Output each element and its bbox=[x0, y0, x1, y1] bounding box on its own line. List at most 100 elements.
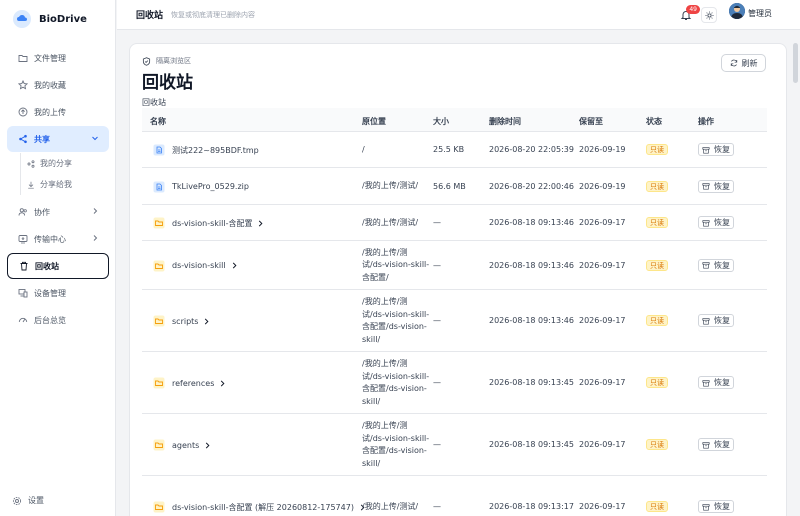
table-row[interactable]: ds-vision-skill-含配置/我的上传/测试/ — 2026-08-18 … bbox=[142, 205, 767, 241]
column-header-keep-until[interactable]: 保留至 bbox=[579, 116, 603, 127]
settings-label: 设置 bbox=[28, 496, 44, 505]
table-row[interactable]: agents/我的上传/测试/ds-vision-skill-含配置/ds-vi… bbox=[142, 414, 767, 476]
restore-button[interactable]: 恢复 bbox=[698, 500, 734, 513]
sidebar-item-label: 协作 bbox=[34, 207, 50, 217]
brand[interactable]: BioDrive bbox=[0, 0, 115, 38]
table-row[interactable]: ds-vision-skill-含配置 (解压 20260812-175747)… bbox=[142, 476, 767, 516]
sidebar-item-devices[interactable]: 设备管理 bbox=[7, 280, 109, 306]
table-row[interactable]: ds-vision-skill/我的上传/测试/ds-vision-skill-… bbox=[142, 241, 767, 290]
chevron-right-icon[interactable] bbox=[204, 442, 211, 449]
file-name-cell[interactable]: ds-vision-skill-含配置 bbox=[153, 217, 264, 229]
chevron-right-icon[interactable] bbox=[257, 220, 264, 227]
location-cell: /我的上传/测试/ds-vision-skill-含配置/ds-vision-s… bbox=[362, 297, 430, 344]
restore-button[interactable]: 恢复 bbox=[698, 376, 734, 389]
file-name-cell[interactable]: references bbox=[153, 377, 226, 389]
device-icon bbox=[17, 288, 28, 299]
file-name-cell[interactable]: scripts bbox=[153, 315, 210, 327]
avatar[interactable] bbox=[729, 3, 745, 19]
chevron-right-icon[interactable] bbox=[231, 262, 238, 269]
file-name-cell[interactable]: ds-vision-skill-含配置 (解压 20260812-175747) bbox=[153, 501, 366, 513]
file-name-cell[interactable]: 测试222~895BDF.tmp bbox=[153, 144, 259, 156]
keep-until-cell: 2026-09-17 bbox=[579, 260, 626, 270]
file-name: ds-vision-skill-含配置 bbox=[172, 218, 253, 228]
sidebar-item-my-shares[interactable]: 我的分享 bbox=[27, 153, 116, 174]
column-header-name[interactable]: 名称 bbox=[150, 116, 166, 127]
deleted-time-cell: 2026-08-18 09:13:46 bbox=[489, 218, 574, 227]
breadcrumb-label: 隔离浏览区 bbox=[156, 57, 191, 65]
file-name-cell[interactable]: TkLivePro_0529.zip bbox=[153, 181, 249, 193]
file-name-cell[interactable]: agents bbox=[153, 439, 211, 451]
restore-button[interactable]: 恢复 bbox=[698, 143, 734, 156]
location-cell: / bbox=[362, 144, 365, 154]
page-description: 恢复或彻底清理已删除内容 bbox=[171, 10, 256, 19]
sidebar: BioDrive 文件管理 我的收藏 我的上传 共享 我的分享 分享给我 协作 … bbox=[0, 0, 116, 516]
chevron-right-icon[interactable] bbox=[219, 380, 226, 387]
sidebar-item-label: 我的上传 bbox=[34, 107, 66, 117]
file-name: TkLivePro_0529.zip bbox=[172, 182, 249, 191]
restore-label: 恢复 bbox=[714, 316, 730, 325]
star-icon bbox=[17, 80, 28, 91]
column-header-actions: 操作 bbox=[698, 117, 714, 126]
download-icon bbox=[28, 181, 34, 189]
chevron-right-icon[interactable] bbox=[203, 318, 210, 325]
sidebar-item-trash[interactable]: 回收站 bbox=[7, 253, 109, 279]
restore-button[interactable]: 恢复 bbox=[698, 179, 734, 193]
status-badge: 只读 bbox=[646, 259, 668, 271]
table-row[interactable]: TkLivePro_0529.zip/我的上传/测试/56.6 MB 2026-0… bbox=[142, 168, 767, 205]
size-cell: — bbox=[433, 218, 441, 227]
restore-button[interactable]: 恢复 bbox=[698, 438, 734, 451]
sidebar-item-share[interactable]: 共享 bbox=[7, 126, 109, 152]
sidebar-item-label: 文件管理 bbox=[34, 53, 66, 63]
sidebar-item-label: 后台总览 bbox=[34, 315, 66, 325]
column-header-deleted[interactable]: 删除时间 bbox=[489, 116, 521, 127]
transfer-icon bbox=[17, 234, 28, 245]
status-badge: 只读 bbox=[646, 439, 668, 450]
share-icon bbox=[17, 134, 28, 145]
file-name: 测试222~895BDF.tmp bbox=[172, 145, 259, 155]
table-row[interactable]: 测试222~895BDF.tmp / 25.5 KB 2026-08-20 22:05… bbox=[142, 132, 767, 168]
sidebar-item-transfer[interactable]: 传输中心 bbox=[7, 226, 109, 252]
size-cell: 25.5 KB bbox=[433, 145, 465, 154]
gear-icon bbox=[12, 496, 22, 505]
sidebar-item-shared-with-me[interactable]: 分享给我 bbox=[27, 174, 116, 195]
theme-toggle-button[interactable] bbox=[701, 7, 717, 23]
column-header-size[interactable]: 大小 bbox=[433, 116, 449, 127]
dashboard-icon bbox=[17, 315, 28, 326]
restore-icon bbox=[702, 379, 710, 387]
trash-icon bbox=[18, 261, 29, 272]
sidebar-item-uploads[interactable]: 我的上传 bbox=[7, 99, 109, 125]
sidebar-item-dashboard[interactable]: 后台总览 bbox=[7, 307, 109, 333]
sidebar-item-label: 回收站 bbox=[35, 261, 59, 271]
file-name: references bbox=[172, 378, 215, 388]
sidebar-item-collab[interactable]: 协作 bbox=[7, 199, 109, 225]
table-row[interactable]: scripts/我的上传/测试/ds-vision-skill-含配置/ds-v… bbox=[142, 290, 767, 352]
keep-until-cell: 2026-09-17 bbox=[579, 218, 626, 227]
sidebar-item-files[interactable]: 文件管理 bbox=[7, 45, 109, 71]
file-name-cell[interactable]: ds-vision-skill bbox=[153, 260, 238, 272]
restore-button[interactable]: 恢复 bbox=[698, 314, 734, 327]
status-badge: 只读 bbox=[646, 180, 668, 192]
share-icon bbox=[27, 159, 35, 168]
username[interactable]: 管理员 bbox=[748, 8, 772, 19]
restore-button[interactable]: 恢复 bbox=[698, 258, 734, 272]
scrollbar[interactable] bbox=[793, 43, 798, 83]
column-header-location[interactable]: 原位置 bbox=[362, 116, 386, 127]
sidebar-item-label: 共享 bbox=[34, 134, 50, 144]
keep-until-cell: 2026-09-19 bbox=[579, 145, 626, 154]
column-header-status[interactable]: 状态 bbox=[646, 116, 662, 127]
refresh-icon bbox=[730, 59, 737, 67]
refresh-button[interactable]: 刷新 bbox=[721, 54, 766, 72]
sidebar-nav: 文件管理 我的收藏 我的上传 共享 我的分享 分享给我 协作 传输中心 回收站 … bbox=[0, 45, 116, 334]
restore-button[interactable]: 恢复 bbox=[698, 216, 734, 229]
sidebar-subitem-label: 我的分享 bbox=[40, 159, 72, 168]
folder-icon bbox=[153, 439, 165, 451]
folder-icon bbox=[17, 53, 28, 64]
restore-label: 恢复 bbox=[714, 181, 730, 191]
sidebar-item-label: 传输中心 bbox=[34, 234, 66, 244]
sidebar-item-favorites[interactable]: 我的收藏 bbox=[7, 72, 109, 98]
upload-icon bbox=[17, 107, 28, 118]
settings-link[interactable]: 设置 bbox=[12, 495, 44, 506]
sidebar-item-label: 我的收藏 bbox=[34, 80, 66, 90]
status-badge: 只读 bbox=[646, 377, 668, 388]
table-row[interactable]: references/我的上传/测试/ds-vision-skill-含配置/d… bbox=[142, 352, 767, 414]
